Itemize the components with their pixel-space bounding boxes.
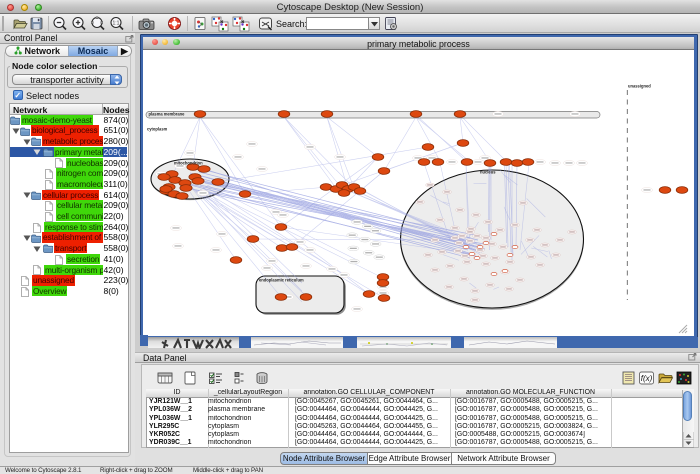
svg-text:1:1: 1:1 bbox=[113, 21, 120, 27]
svg-text:f(x): f(x) bbox=[641, 374, 653, 383]
